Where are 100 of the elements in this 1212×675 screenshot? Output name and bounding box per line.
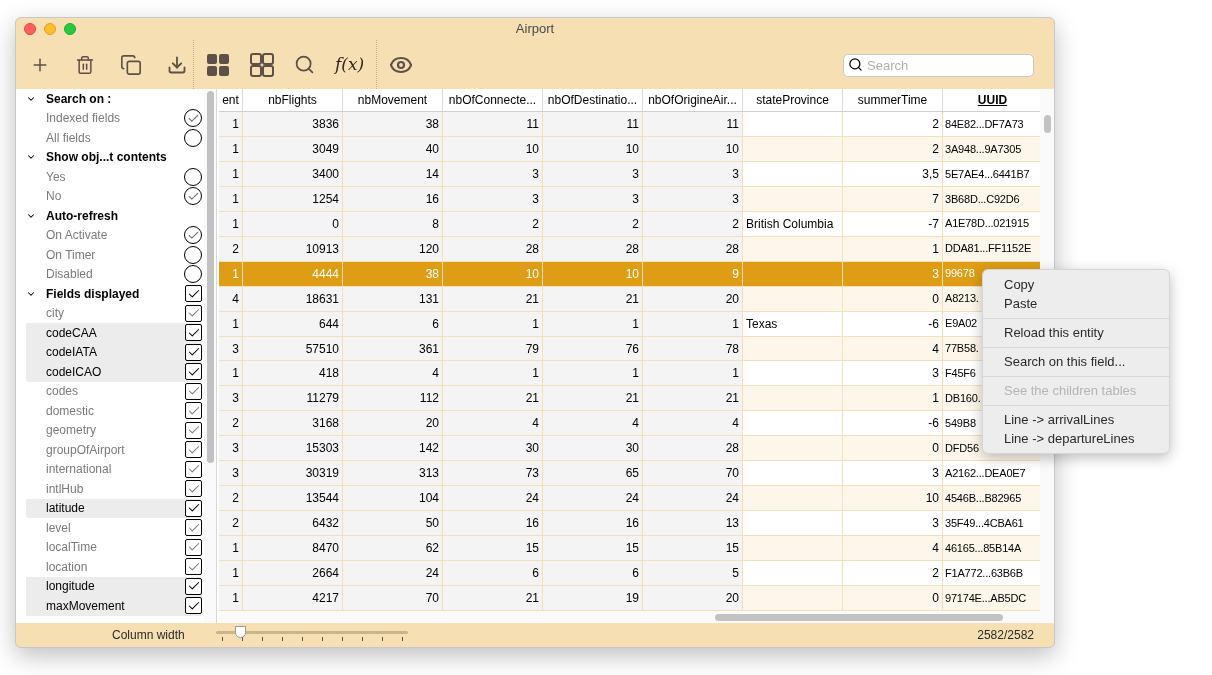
sidebar-item[interactable]: intlHub [26,479,202,499]
scrollbar-thumb[interactable] [715,613,1003,621]
checkbox[interactable] [185,460,202,478]
sidebar-item[interactable]: groupOfAirport [26,440,202,460]
column-header[interactable]: summerTime [843,89,943,111]
sidebar-item[interactable]: codeICAO [26,362,202,382]
sidebar-item[interactable]: codes [26,381,202,401]
table-cell-text: 24 [425,565,439,583]
table-cell-text: 7 [932,190,939,208]
menu-item[interactable]: Line -> arrivalLines [983,410,1169,429]
table-cell-text: 4 [732,415,739,433]
sidebar-item[interactable]: localTime [26,537,202,557]
table-cell-text: 21 [625,390,639,408]
table-cell-text: 24 [625,490,639,508]
table-cell-text: 3 [632,165,639,183]
table-cell-text: 50 [425,515,439,533]
table-cell-text: 4 [932,540,939,558]
radio-button[interactable] [184,226,202,245]
scrollbar-thumb[interactable] [206,91,214,463]
column-header[interactable]: nbOfConnecte... [443,89,543,111]
table-cell-text: 0 [932,440,939,458]
radio-button[interactable] [184,167,202,186]
sidebar-item[interactable]: All fields [26,128,202,148]
menu-item[interactable]: Reload this entity [983,323,1169,342]
column-header[interactable]: nbMovement [343,89,443,111]
checkbox[interactable] [185,285,202,303]
table-cell-text: 28 [525,240,539,258]
checkbox[interactable] [185,343,202,361]
column-header[interactable]: ent [219,89,243,111]
sidebar-item[interactable]: location [26,557,202,577]
formula-button[interactable]: f(x) [335,51,365,78]
close-button[interactable] [24,23,36,35]
table-cell-text: 57510 [305,340,339,358]
column-header[interactable]: stateProvince [743,89,843,111]
table-cell-text: 15 [725,540,739,558]
scrollbar-thumb[interactable] [1043,115,1051,133]
trash-icon[interactable] [75,54,95,75]
radio-button[interactable] [184,109,202,128]
table-cell-text: 77B58. [945,341,979,357]
checkbox[interactable] [185,363,202,381]
table-cell-text: 2 [932,115,939,133]
table-cell-text: 2 [532,215,539,233]
sidebar-item[interactable]: latitude [26,498,202,518]
table-cell-text: 3 [532,165,539,183]
slider-thumb[interactable] [234,626,246,638]
column-header[interactable]: nbOfOrigineAir... [643,89,743,111]
column-header[interactable]: nbFlights [243,89,343,111]
table-cell-text: 70 [725,465,739,483]
copy-icon[interactable] [120,53,142,76]
table-cell-text: 15 [625,540,639,558]
radio-button[interactable] [184,187,202,206]
tiles-outline-icon[interactable] [250,52,274,77]
sidebar-item[interactable]: Indexed fields [26,108,202,128]
checkbox[interactable] [185,499,202,517]
search-icon[interactable] [294,54,315,75]
checkbox[interactable] [185,304,202,322]
checkbox[interactable] [185,597,202,615]
sidebar-item[interactable]: international [26,459,202,479]
sidebar-item[interactable]: city [26,303,202,323]
checkbox[interactable] [185,382,202,400]
sidebar-item[interactable]: No [26,186,202,206]
sidebar-item[interactable]: On Activate [26,225,202,245]
sidebar-item[interactable]: Disabled [26,264,202,284]
checkbox[interactable] [185,480,202,498]
sidebar-item[interactable]: maxMovement [26,596,202,616]
tiles-filled-icon[interactable] [206,52,230,77]
table-cell-text: 65 [625,465,639,483]
checkbox[interactable] [185,519,202,537]
radio-button[interactable] [184,245,202,264]
download-icon[interactable] [167,54,187,75]
table-cell-text: 2 [232,240,239,258]
sidebar-item[interactable]: level [26,518,202,538]
table-cell-text: 38 [425,115,439,133]
checkbox[interactable] [185,558,202,576]
sidebar-item[interactable]: longitude [26,576,202,596]
table-cell-text: 10913 [305,240,339,258]
checkbox[interactable] [185,538,202,556]
checkbox[interactable] [185,577,202,595]
menu-item[interactable]: Paste [983,294,1169,313]
checkbox[interactable] [185,421,202,439]
table-cell-text: A2162...DEA0E7 [945,466,1026,481]
sidebar-item[interactable]: geometry [26,420,202,440]
checkbox[interactable] [185,402,202,420]
sidebar-item[interactable]: codeIATA [26,342,202,362]
table-cell-text: 112 [419,390,439,408]
menu-item[interactable]: Search on this field... [983,352,1169,371]
search-field[interactable]: Search [843,54,1034,77]
checkbox[interactable] [185,441,202,459]
menu-item[interactable]: Copy [983,275,1169,294]
checkbox[interactable] [185,324,202,342]
sidebar-item[interactable]: codeCAA [26,323,202,343]
menu-item[interactable]: Line -> departureLines [983,429,1169,448]
table-cell-text: 4 [432,365,439,383]
sidebar-item[interactable]: Yes [26,167,202,187]
radio-button[interactable] [184,265,202,284]
radio-button[interactable] [184,128,202,147]
sidebar-item[interactable]: domestic [26,401,202,421]
column-header[interactable]: nbOfDestinatio... [543,89,643,111]
table-cell-text: 10 [725,140,739,158]
sidebar-item[interactable]: On Timer [26,245,202,265]
